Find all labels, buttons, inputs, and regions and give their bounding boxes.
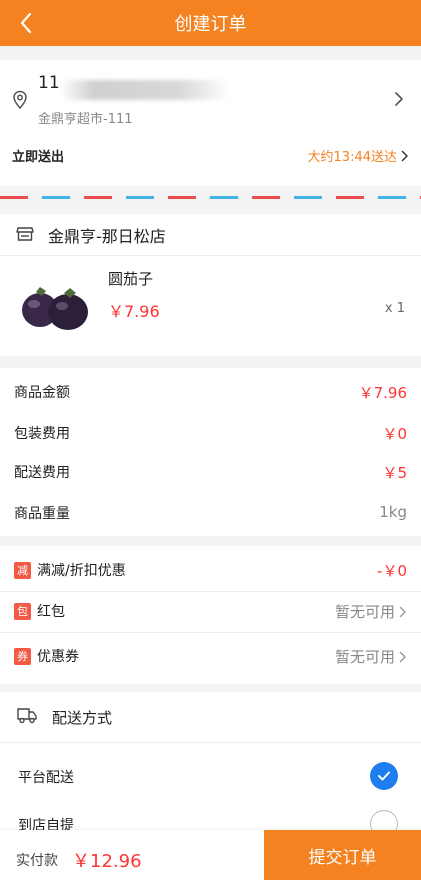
submit-order-button[interactable]: 提交订单 (264, 830, 421, 880)
fee-label: 包装费用 (14, 426, 70, 442)
check-icon (378, 771, 390, 781)
red-packet-badge-icon: 包 (14, 602, 31, 620)
fee-row-packaging: 包装费用 ￥0 (14, 423, 407, 443)
delivery-truck-icon (17, 708, 37, 724)
option-platform-delivery[interactable]: 平台配送 (18, 767, 74, 787)
discount-label: 优惠券 (37, 649, 79, 665)
envelope-stripe (0, 196, 421, 199)
divider (0, 632, 421, 633)
chevron-right-icon (399, 606, 406, 617)
deliver-now-label: 立即送出 (12, 150, 65, 165)
fee-label: 配送费用 (14, 465, 70, 481)
fee-value: 1kg (379, 503, 407, 521)
delivery-method-title: 配送方式 (52, 709, 113, 727)
discount-label: 满减/折扣优惠 (37, 563, 126, 579)
redacted-address (60, 80, 230, 100)
fee-value: ￥7.96 (358, 384, 407, 402)
radio-platform-delivery[interactable] (370, 762, 398, 790)
coupon-badge-icon: 券 (14, 647, 31, 665)
chevron-right-icon (399, 651, 406, 662)
fee-value: ￥0 (382, 425, 407, 443)
discount-row-full-reduction: 减 满减/折扣优惠 -￥0 (14, 560, 407, 580)
store-icon (16, 227, 34, 241)
product-price: ￥7.96 (108, 302, 160, 321)
fee-label: 商品重量 (14, 506, 70, 522)
page-title: 创建订单 (174, 14, 247, 35)
product-image[interactable] (18, 278, 92, 334)
address-name: 11 (38, 73, 60, 93)
back-button[interactable] (14, 10, 38, 36)
delivery-eta[interactable]: 大约13:44送达 (308, 146, 409, 165)
chevron-right-icon (401, 150, 408, 161)
divider (0, 742, 421, 743)
delivery-eta-text: 大约13:44送达 (307, 150, 397, 165)
fee-row-delivery: 配送费用 ￥5 (14, 462, 407, 482)
divider (0, 591, 421, 592)
fee-row-goods: 商品金额 ￥7.96 (14, 382, 407, 402)
address-detail: 金鼎亨超市-111 (38, 112, 133, 127)
discount-row-red-packet[interactable]: 包 红包 暂无可用 (14, 601, 407, 621)
location-pin-icon (13, 90, 27, 110)
chevron-right-icon[interactable] (394, 91, 404, 107)
discount-label: 红包 (37, 604, 65, 620)
chevron-left-icon (20, 12, 32, 34)
store-name: 金鼎亨-那日松店 (48, 227, 166, 246)
discount-row-coupon[interactable]: 券 优惠券 暂无可用 (14, 646, 407, 666)
app-header: 创建订单 (0, 0, 421, 46)
pay-label: 实付款 (16, 853, 58, 869)
fee-row-weight: 商品重量 1kg (14, 503, 407, 523)
product-name: 圆茄子 (108, 270, 154, 288)
discount-value: -￥0 (377, 562, 407, 580)
fee-label: 商品金额 (14, 385, 70, 401)
fee-value: ￥5 (382, 464, 407, 482)
product-quantity: x 1 (384, 301, 405, 316)
reduction-badge-icon: 减 (14, 561, 31, 579)
pay-amount: ￥12.96 (72, 851, 142, 872)
divider (0, 255, 421, 256)
discount-value: 暂无可用 (334, 603, 395, 621)
discount-value: 暂无可用 (334, 648, 395, 666)
